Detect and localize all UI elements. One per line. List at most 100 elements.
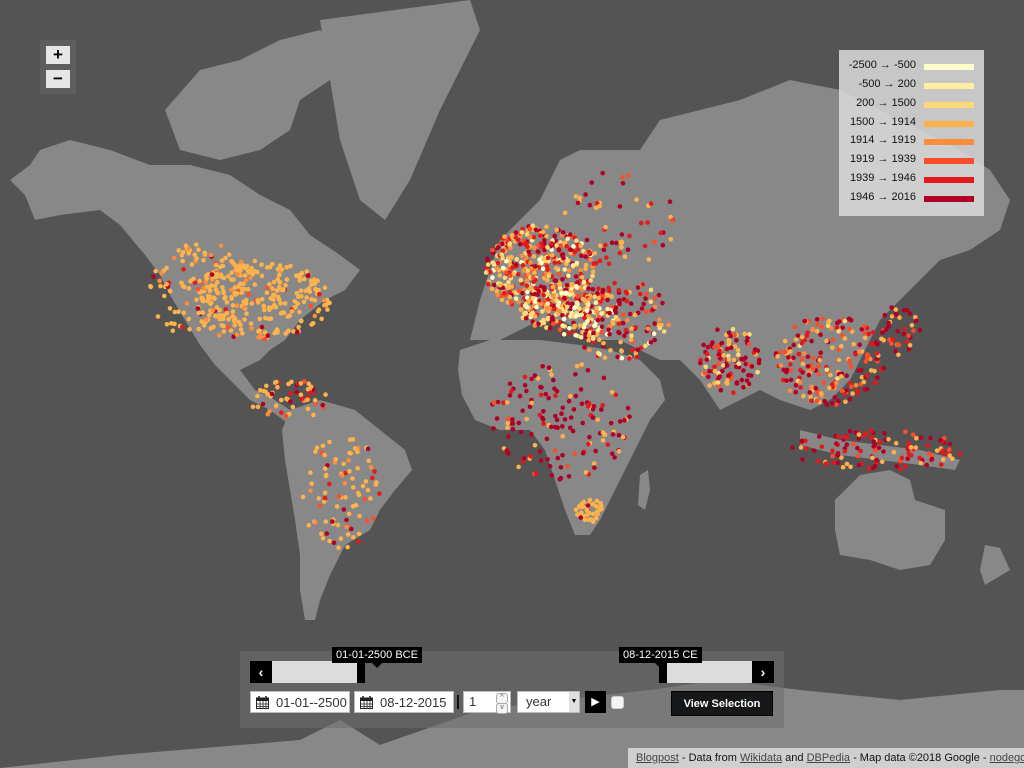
event-dot	[835, 460, 841, 466]
step-down-button[interactable]: v	[496, 703, 508, 714]
dbpedia-link[interactable]: DBPedia	[807, 752, 850, 764]
event-dot	[560, 424, 565, 429]
event-dot	[881, 449, 886, 454]
event-dot	[510, 233, 515, 239]
event-dot	[544, 224, 549, 230]
event-dot	[586, 333, 592, 338]
event-dot	[788, 362, 793, 367]
event-dot	[782, 338, 788, 344]
zoom-in-button[interactable]: +	[46, 46, 70, 64]
event-dot	[495, 399, 501, 405]
event-dot	[609, 294, 614, 299]
event-dot	[201, 323, 207, 328]
event-dot	[562, 417, 568, 422]
event-dot	[617, 204, 623, 209]
event-dot	[299, 318, 304, 324]
legend-swatch	[924, 83, 974, 89]
event-dot	[260, 401, 266, 407]
event-dot	[550, 253, 555, 258]
event-dot	[371, 516, 376, 521]
event-dot	[717, 374, 723, 379]
event-dot	[281, 287, 286, 292]
event-dot	[283, 413, 289, 419]
event-dot	[267, 282, 272, 287]
event-dot	[814, 317, 820, 322]
event-dot	[600, 430, 606, 435]
event-dot	[890, 337, 896, 342]
event-dot	[724, 346, 730, 352]
event-dot	[844, 373, 849, 379]
event-dot	[581, 279, 587, 285]
prev-arrow-button[interactable]: ‹	[250, 661, 272, 683]
event-dot	[183, 243, 189, 248]
event-dot	[312, 281, 318, 287]
event-dot	[734, 338, 739, 343]
event-dot	[488, 269, 493, 275]
view-selection-button[interactable]: View Selection	[671, 691, 773, 716]
event-dot	[618, 339, 623, 345]
start-slider[interactable]: ‹ 01-01-2500 BCE	[250, 647, 422, 683]
loop-checkbox[interactable]	[611, 696, 624, 709]
event-dot	[499, 297, 505, 303]
event-dot	[844, 461, 850, 467]
event-dot	[538, 392, 544, 398]
event-dot	[848, 364, 854, 370]
blogpost-link[interactable]: Blogpost	[636, 752, 679, 764]
event-dot	[278, 301, 283, 306]
event-dot	[564, 243, 569, 249]
event-dot	[176, 309, 181, 315]
event-dot	[499, 252, 505, 257]
nodegoat-link[interactable]: nodegoat	[990, 752, 1024, 764]
event-dot	[153, 268, 158, 274]
event-dot	[336, 545, 341, 550]
event-dot	[244, 311, 249, 316]
event-dot	[814, 398, 820, 403]
event-dot	[788, 368, 794, 373]
event-dot	[807, 390, 812, 395]
event-dot	[591, 261, 597, 267]
event-dot	[279, 397, 284, 403]
event-dot	[518, 307, 524, 312]
event-dot	[530, 295, 536, 301]
play-button[interactable]: ▶	[585, 691, 606, 713]
event-dot	[336, 494, 342, 499]
event-dot	[539, 241, 544, 246]
next-arrow-button[interactable]: ›	[752, 661, 774, 683]
event-dot	[592, 251, 597, 256]
end-date-input[interactable]: 08-12-2015	[354, 691, 454, 713]
step-unit-select[interactable]: year ▼	[517, 691, 580, 713]
event-dot	[217, 333, 222, 338]
event-dot	[881, 338, 886, 343]
event-dot	[517, 241, 523, 247]
legend-label: -2500 → -500	[848, 59, 916, 71]
event-dot	[201, 257, 206, 263]
event-dot	[579, 253, 584, 259]
event-dot	[507, 255, 512, 260]
event-dot	[539, 385, 544, 390]
event-dot	[549, 372, 554, 378]
event-dot	[586, 302, 591, 308]
end-slider[interactable]: › 08-12-2015 CE	[619, 647, 774, 683]
event-dot	[597, 351, 602, 357]
event-dot	[851, 341, 856, 347]
event-dot	[560, 405, 566, 411]
event-dot	[210, 307, 216, 313]
event-dot	[283, 331, 289, 336]
event-dot	[826, 319, 831, 325]
event-dot	[606, 261, 612, 267]
start-handle[interactable]	[357, 661, 365, 683]
start-date-input[interactable]: 01-01--2500	[250, 691, 350, 713]
event-dot	[194, 297, 199, 303]
event-dot	[868, 435, 874, 441]
step-input[interactable]: 1 ^ v	[463, 691, 511, 714]
event-dot	[546, 365, 552, 371]
event-dot	[274, 327, 280, 332]
zoom-out-button[interactable]: −	[46, 70, 70, 88]
event-dot	[571, 407, 577, 412]
event-dot	[613, 392, 619, 398]
event-dot	[495, 260, 501, 266]
event-dot	[623, 289, 629, 295]
legend-label: 1919 → 1939	[849, 153, 916, 165]
event-dot	[507, 273, 513, 279]
wikidata-link[interactable]: Wikidata	[740, 752, 782, 764]
